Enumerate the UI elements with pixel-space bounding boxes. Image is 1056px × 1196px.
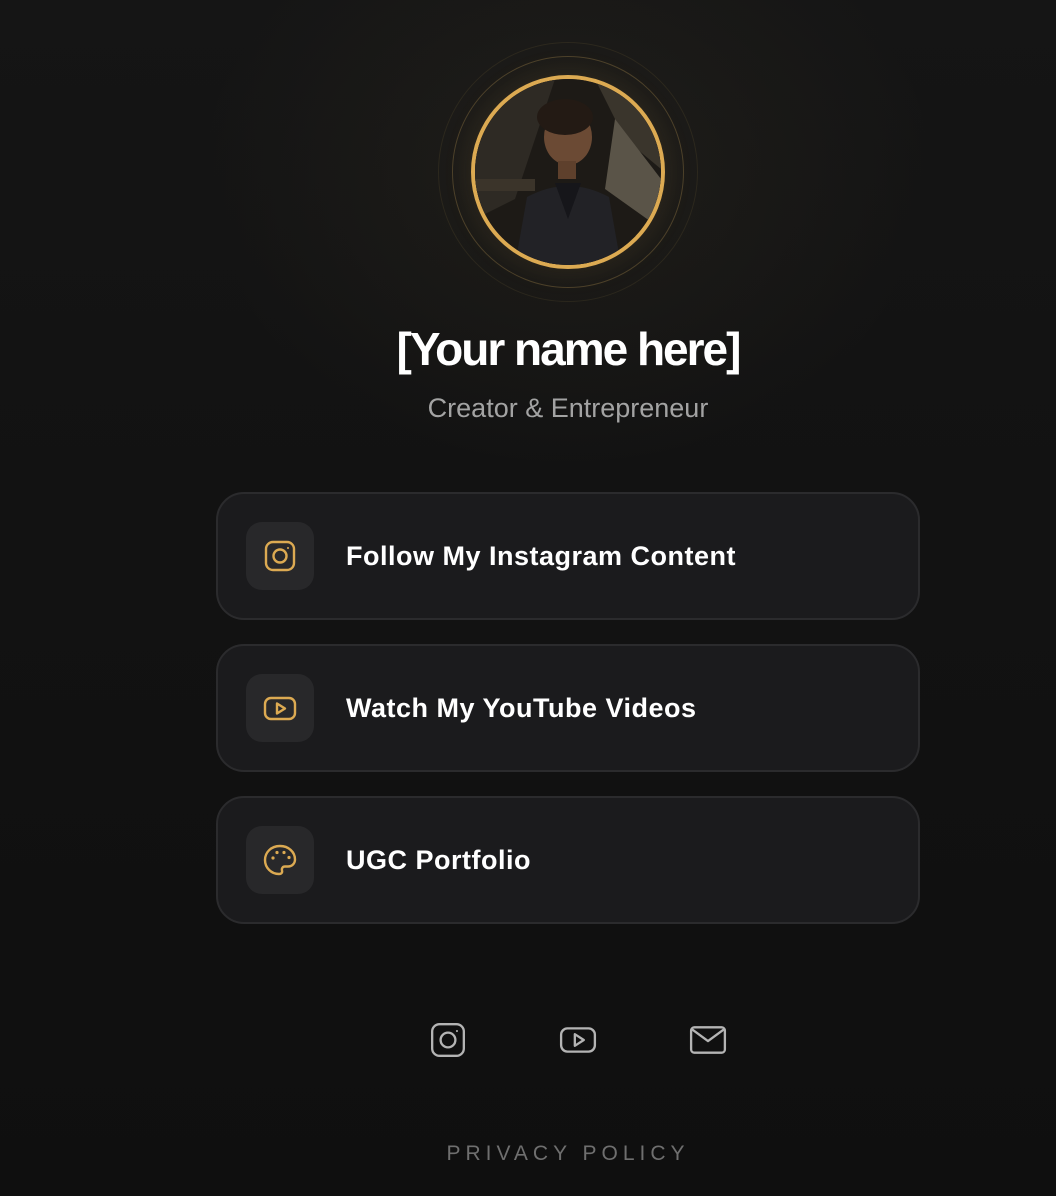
profile-name: [Your name here] xyxy=(396,323,742,375)
instagram-link-label: Follow My Instagram Content xyxy=(346,540,737,571)
youtube-icon xyxy=(246,674,314,742)
palette-icon xyxy=(246,826,314,894)
avatar xyxy=(471,75,665,269)
link-list: Follow My Instagram Content Watch My You… xyxy=(216,492,920,948)
footer-mail-icon[interactable] xyxy=(688,1020,728,1060)
link-in-bio-page: [Your name here] Creator & Entrepreneur … xyxy=(0,0,1056,1196)
youtube-link-button[interactable]: Watch My YouTube Videos xyxy=(216,644,920,772)
social-icons-row xyxy=(428,1020,728,1060)
footer-instagram-icon[interactable] xyxy=(428,1020,468,1060)
ugc-portfolio-link-button[interactable]: UGC Portfolio xyxy=(216,796,920,924)
youtube-link-label: Watch My YouTube Videos xyxy=(346,692,697,723)
avatar-container xyxy=(438,42,698,302)
instagram-link-button[interactable]: Follow My Instagram Content xyxy=(216,492,920,620)
profile-subtitle: Creator & Entrepreneur xyxy=(427,393,709,423)
instagram-icon xyxy=(246,522,314,590)
ugc-portfolio-link-label: UGC Portfolio xyxy=(346,844,531,875)
privacy-policy-link[interactable]: PRIVACY POLICY xyxy=(0,1142,1056,1166)
footer-youtube-icon[interactable] xyxy=(558,1020,598,1060)
